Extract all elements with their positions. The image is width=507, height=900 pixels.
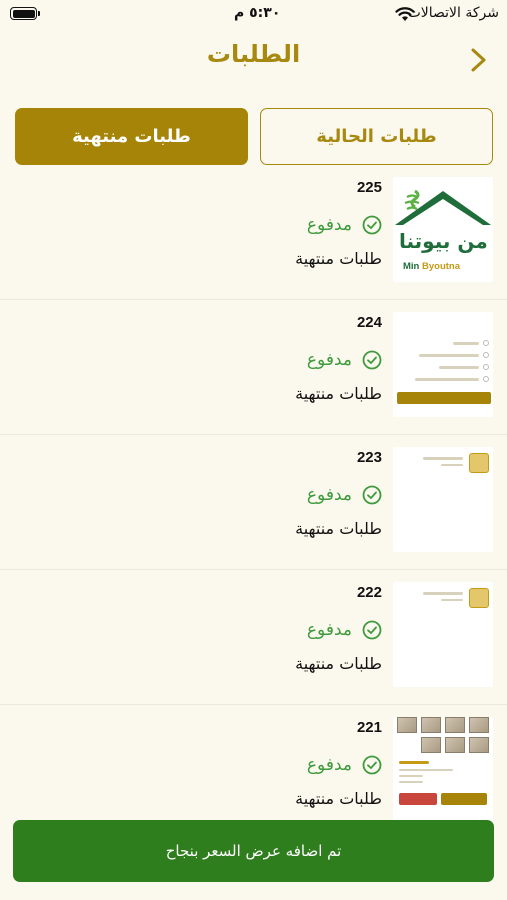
check-circle-icon bbox=[362, 620, 382, 640]
order-tabs: طلبات الحالية طلبات منتهية bbox=[15, 108, 493, 165]
payment-label: مدفوع bbox=[306, 350, 352, 370]
check-circle-icon bbox=[362, 215, 382, 235]
order-status: طلبات منتهية bbox=[295, 519, 382, 538]
toast-message: تم اضافه عرض السعر بنجاح bbox=[165, 842, 342, 860]
order-number: 222 bbox=[356, 584, 382, 601]
check-circle-icon bbox=[362, 485, 382, 505]
tab-finished-orders[interactable]: طلبات منتهية bbox=[15, 108, 248, 165]
status-bar: ٥:٣٠ م شركة الاتصالات bbox=[0, 0, 507, 30]
order-status: طلبات منتهية bbox=[295, 654, 382, 673]
order-number: 225 bbox=[356, 179, 382, 196]
status-time: ٥:٣٠ م bbox=[234, 5, 281, 21]
payment-status: مدفوع bbox=[307, 755, 382, 775]
order-number: 221 bbox=[356, 719, 382, 736]
order-item[interactable]: 224 مدفوع طلبات منتهية bbox=[0, 300, 507, 435]
payment-label: مدفوع bbox=[306, 620, 352, 640]
payment-label: مدفوع bbox=[306, 755, 352, 775]
payment-status: مدفوع bbox=[307, 350, 382, 370]
payment-label: مدفوع bbox=[306, 485, 352, 505]
check-circle-icon bbox=[362, 755, 382, 775]
order-item[interactable]: 222 مدفوع طلبات منتهية bbox=[0, 570, 507, 705]
order-thumbnail bbox=[393, 717, 493, 822]
success-toast: تم اضافه عرض السعر بنجاح bbox=[13, 820, 494, 882]
order-status: طلبات منتهية bbox=[295, 384, 382, 403]
order-thumbnail bbox=[393, 447, 493, 552]
logo-arabic-text: من بيوتنا bbox=[399, 229, 488, 253]
logo-roof-icon bbox=[395, 189, 491, 225]
order-thumbnail bbox=[393, 582, 493, 687]
logo-english-text: Min Byoutna bbox=[403, 261, 460, 272]
payment-status: مدفوع bbox=[307, 485, 382, 505]
page-title: الطلبات bbox=[206, 40, 301, 68]
order-number: 223 bbox=[356, 449, 382, 466]
carrier-name: شركة الاتصالات bbox=[407, 5, 499, 21]
order-thumbnail bbox=[393, 312, 493, 417]
order-number: 224 bbox=[356, 314, 382, 331]
order-status: طلبات منتهية bbox=[295, 249, 382, 268]
check-circle-icon bbox=[362, 350, 382, 370]
payment-label: مدفوع bbox=[306, 215, 352, 235]
order-item[interactable]: من بيوتنا Min Byoutna 225 مدفوع طلبات من… bbox=[0, 165, 507, 300]
battery-icon bbox=[10, 7, 40, 20]
payment-status: مدفوع bbox=[307, 620, 382, 640]
header: الطلبات bbox=[0, 30, 507, 90]
order-status: طلبات منتهية bbox=[295, 789, 382, 808]
order-item[interactable]: 223 مدفوع طلبات منتهية bbox=[0, 435, 507, 570]
tab-current-orders[interactable]: طلبات الحالية bbox=[260, 108, 493, 165]
order-thumbnail: من بيوتنا Min Byoutna bbox=[393, 177, 493, 282]
chevron-back-icon[interactable] bbox=[468, 47, 490, 73]
payment-status: مدفوع bbox=[307, 215, 382, 235]
